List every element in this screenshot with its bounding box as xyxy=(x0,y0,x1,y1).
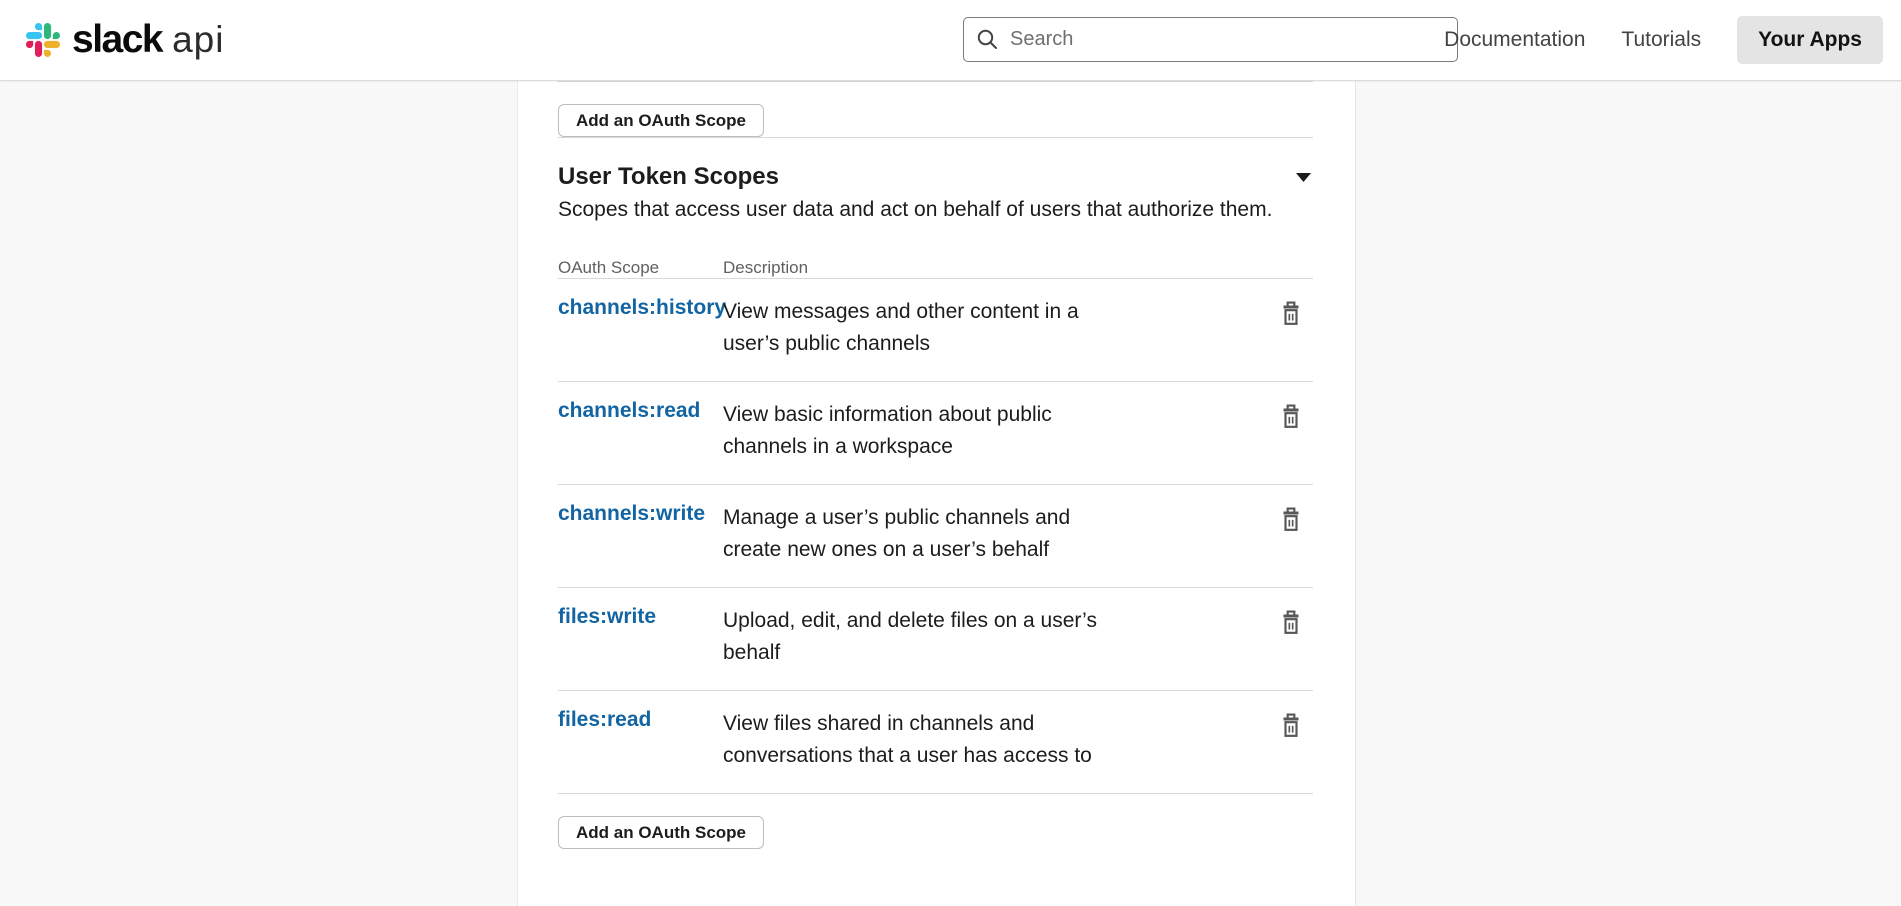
scope-link-channels-read[interactable]: channels:read xyxy=(558,399,723,423)
table-row: files:read View files shared in channels… xyxy=(558,691,1313,794)
scope-description: View messages and other content in a use… xyxy=(723,296,1178,360)
nav-documentation[interactable]: Documentation xyxy=(1444,28,1585,52)
logo-api-text: api xyxy=(172,19,224,61)
search-icon xyxy=(977,29,998,55)
scope-link-channels-write[interactable]: channels:write xyxy=(558,502,723,526)
scope-link-channels-history[interactable]: channels:history xyxy=(558,296,723,320)
scope-link-files-read[interactable]: files:read xyxy=(558,708,723,732)
table-row: files:write Upload, edit, and delete fil… xyxy=(558,588,1313,691)
column-header-description: Description xyxy=(723,258,808,278)
add-oauth-scope-button-top[interactable]: Add an OAuth Scope xyxy=(558,104,764,137)
section-title: User Token Scopes xyxy=(558,163,779,191)
table-row: channels:history View messages and other… xyxy=(558,279,1313,382)
section-divider xyxy=(558,137,1313,138)
delete-scope-button[interactable] xyxy=(1281,609,1301,635)
add-oauth-scope-button-bottom[interactable]: Add an OAuth Scope xyxy=(558,816,764,849)
scope-link-files-write[interactable]: files:write xyxy=(558,605,723,629)
left-sidebar xyxy=(0,81,518,906)
previous-table-bottom-divider xyxy=(558,81,1313,82)
search-box xyxy=(963,17,1458,62)
top-header: slack api Documentation Tutorials Your A… xyxy=(0,0,1901,81)
scope-description: Upload, edit, and delete files on a user… xyxy=(723,605,1178,669)
delete-scope-button[interactable] xyxy=(1281,506,1301,532)
table-row: channels:write Manage a user’s public ch… xyxy=(558,485,1313,588)
trash-icon xyxy=(1281,314,1301,329)
delete-scope-button[interactable] xyxy=(1281,403,1301,429)
scope-description: View files shared in channels and conver… xyxy=(723,708,1178,772)
table-header-row: OAuth Scope Description xyxy=(558,258,1313,278)
user-token-scopes-header: User Token Scopes xyxy=(558,163,1313,191)
logo-brand-text: slack xyxy=(72,18,162,62)
table-row: channels:read View basic information abo… xyxy=(558,382,1313,485)
header-nav: Documentation Tutorials Your Apps xyxy=(1444,16,1883,64)
column-header-oauth-scope: OAuth Scope xyxy=(558,258,723,278)
section-subtitle: Scopes that access user data and act on … xyxy=(558,198,1313,222)
search-input[interactable] xyxy=(963,17,1458,62)
page-body: Add an OAuth Scope User Token Scopes Sco… xyxy=(0,81,1901,906)
delete-scope-button[interactable] xyxy=(1281,300,1301,326)
trash-icon xyxy=(1281,417,1301,432)
scope-description: Manage a user’s public channels and crea… xyxy=(723,502,1178,566)
collapse-section-button[interactable] xyxy=(1294,171,1313,184)
trash-icon xyxy=(1281,520,1301,535)
scope-description: View basic information about public chan… xyxy=(723,399,1178,463)
slack-logo-icon xyxy=(26,23,60,57)
slack-api-logo[interactable]: slack api xyxy=(26,18,225,62)
right-sidebar xyxy=(1355,81,1901,906)
delete-scope-button[interactable] xyxy=(1281,712,1301,738)
main-content: Add an OAuth Scope User Token Scopes Sco… xyxy=(518,81,1355,906)
trash-icon xyxy=(1281,726,1301,741)
nav-your-apps[interactable]: Your Apps xyxy=(1737,16,1883,64)
nav-tutorials[interactable]: Tutorials xyxy=(1621,28,1701,52)
trash-icon xyxy=(1281,623,1301,638)
caret-down-icon xyxy=(1296,170,1311,185)
